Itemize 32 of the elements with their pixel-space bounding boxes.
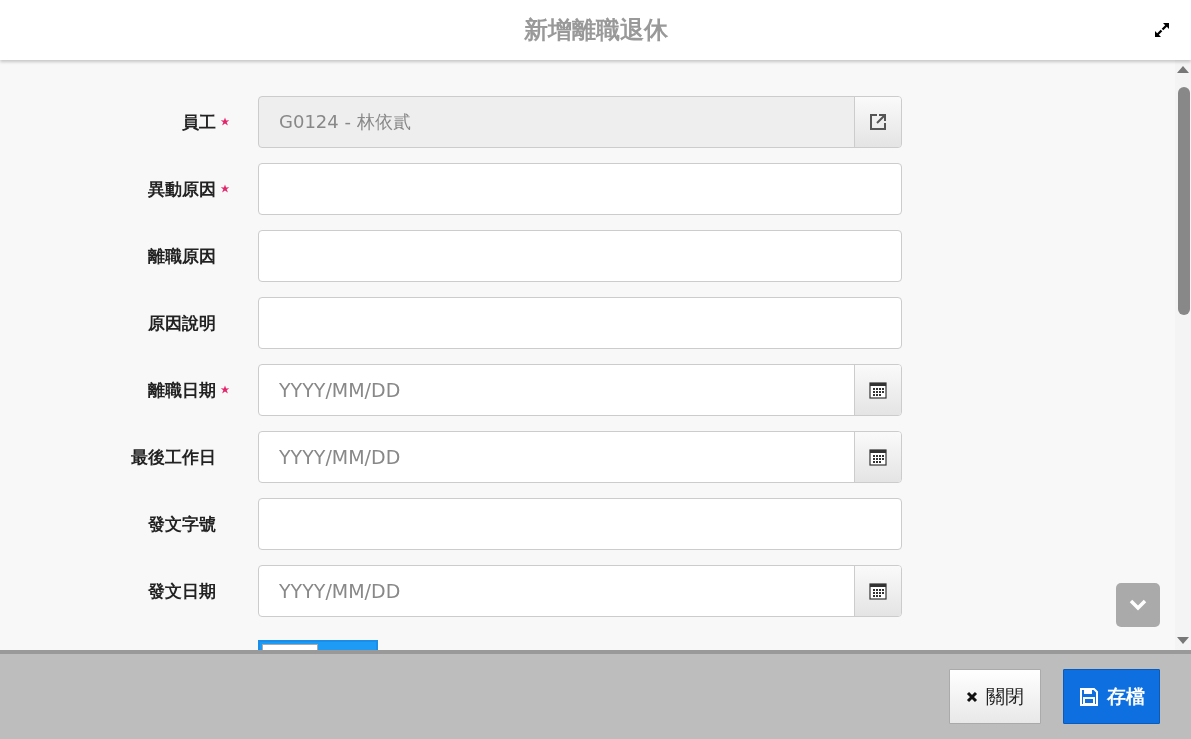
text-field[interactable] — [258, 163, 902, 215]
employee-field[interactable]: G0124 - 林依貳 — [258, 96, 902, 148]
scroll-down-button[interactable] — [1116, 583, 1160, 627]
field-value: G0124 - 林依貳 — [278, 110, 412, 134]
external-link-icon — [868, 112, 888, 132]
text-field[interactable] — [258, 498, 902, 550]
open-link-button[interactable] — [854, 97, 901, 147]
field-label: 異動原因 — [148, 177, 216, 201]
field-label: 離職原因 — [148, 244, 216, 268]
calendar-button[interactable] — [854, 432, 901, 482]
scrollbar[interactable] — [1175, 60, 1191, 650]
field-label: 最後工作日 — [131, 445, 216, 469]
close-icon — [966, 690, 978, 703]
scroll-up-icon[interactable] — [1176, 64, 1190, 74]
chevron-down-icon — [1129, 599, 1147, 611]
field-label: 離職日期 — [148, 378, 216, 402]
field-label: 發文字號 — [148, 512, 216, 536]
scroll-down-icon[interactable] — [1176, 636, 1190, 646]
calendar-button[interactable] — [854, 566, 901, 616]
field-label: 員工 — [182, 110, 216, 134]
field-label: 原因說明 — [148, 311, 216, 335]
text-field[interactable] — [258, 230, 902, 282]
save-button[interactable]: 存檔 — [1063, 669, 1160, 724]
expand-icon[interactable] — [1153, 21, 1171, 39]
calendar-icon — [868, 581, 888, 601]
calendar-icon — [868, 447, 888, 467]
dialog-title: 新增離職退休 — [523, 15, 668, 46]
text-field[interactable] — [258, 297, 902, 349]
close-button[interactable]: 關閉 — [949, 669, 1041, 724]
calendar-button[interactable] — [854, 365, 901, 415]
field-label: 發文日期 — [148, 579, 216, 603]
calendar-icon — [868, 380, 888, 400]
